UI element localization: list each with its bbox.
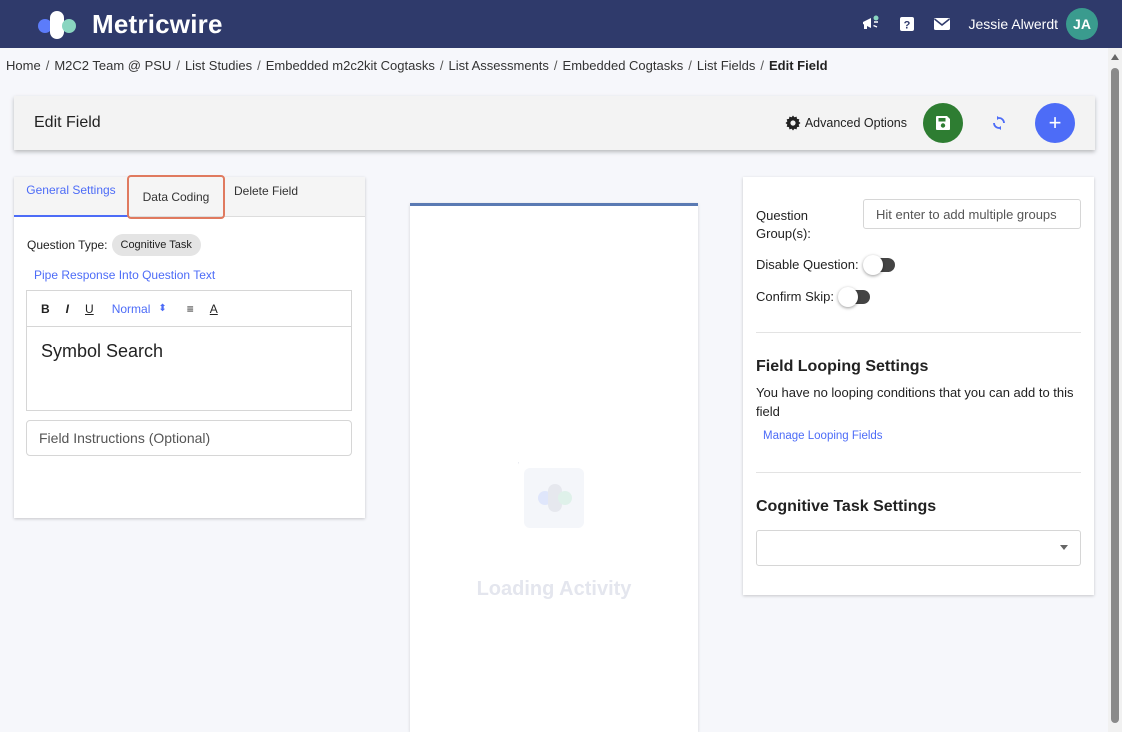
- metricwire-logo-icon: [38, 9, 88, 39]
- sync-button[interactable]: [979, 103, 1019, 143]
- help-icon[interactable]: ?: [899, 16, 915, 32]
- breadcrumb-current: Edit Field: [769, 58, 828, 73]
- question-groups-label: Question Group(s):: [756, 208, 811, 241]
- breadcrumb-list-studies[interactable]: List Studies: [185, 58, 252, 73]
- question-type-chip: Cognitive Task: [111, 234, 201, 256]
- breadcrumb-list-assessments[interactable]: List Assessments: [448, 58, 548, 73]
- align-button[interactable]: ≡: [187, 302, 194, 316]
- settings-tabs: General Settings Data Coding Delete Fiel…: [14, 175, 365, 219]
- text-color-button[interactable]: A: [210, 302, 218, 316]
- question-type-label: Question Type:: [27, 238, 108, 252]
- looping-settings-title: Field Looping Settings: [756, 358, 929, 375]
- disable-question-row: Disable Question:: [756, 254, 895, 275]
- divider: [756, 472, 1081, 473]
- bold-button[interactable]: B: [41, 302, 50, 316]
- underline-button[interactable]: U: [85, 302, 94, 316]
- breadcrumb-study[interactable]: Embedded m2c2kit Cogtasks: [266, 58, 435, 73]
- scroll-up-arrow-icon[interactable]: [1111, 54, 1119, 60]
- loading-logo-icon: [518, 462, 584, 528]
- header-actions: Advanced Options +: [785, 96, 1075, 150]
- question-groups-input[interactable]: Hit enter to add multiple groups: [863, 199, 1081, 229]
- question-type: Question Type: Cognitive Task: [27, 234, 201, 256]
- brand-name: Metricwire: [92, 8, 223, 39]
- field-instructions-input[interactable]: Field Instructions (Optional): [26, 420, 352, 456]
- loading-text: Loading Activity: [476, 578, 632, 600]
- advanced-options-label: Advanced Options: [804, 116, 907, 130]
- avatar[interactable]: JA: [1066, 8, 1098, 40]
- gear-icon: [785, 115, 801, 131]
- disable-question-toggle[interactable]: [862, 254, 895, 275]
- tab-data-coding[interactable]: Data Coding: [127, 175, 225, 219]
- add-button[interactable]: +: [1035, 103, 1075, 143]
- breadcrumb-list-fields[interactable]: List Fields: [697, 58, 756, 73]
- sync-icon: [993, 116, 1005, 130]
- page-header: Edit Field Advanced Options +: [14, 96, 1095, 150]
- cognitive-task-settings-title: Cognitive Task Settings: [756, 498, 937, 515]
- save-icon: [936, 116, 950, 130]
- mail-icon[interactable]: [933, 17, 951, 31]
- top-navbar: Metricwire ? Jessie Alwerdt JA: [0, 0, 1122, 48]
- breadcrumb-separator: /: [439, 58, 444, 73]
- breadcrumb-home[interactable]: Home: [6, 58, 41, 73]
- editor-toolbar: B I U Normal ⬍ ≡ A: [27, 291, 351, 327]
- page-title: Edit Field: [34, 114, 101, 131]
- scrollbar-thumb[interactable]: [1111, 68, 1119, 723]
- confirm-skip-label: Confirm Skip:: [756, 289, 835, 304]
- brand[interactable]: Metricwire: [38, 9, 223, 40]
- breadcrumb-assessment[interactable]: Embedded Cogtasks: [563, 58, 684, 73]
- svg-text:?: ?: [903, 20, 910, 32]
- announcement-icon[interactable]: [861, 15, 881, 33]
- field-settings-panel: General Settings Data Coding Delete Fiel…: [14, 175, 365, 518]
- breadcrumb-separator: /: [760, 58, 765, 73]
- cognitive-task-select[interactable]: [756, 530, 1081, 566]
- nav-right: ? Jessie Alwerdt JA: [843, 0, 1098, 48]
- font-size-select[interactable]: Normal: [112, 302, 151, 316]
- breadcrumb-separator: /: [553, 58, 558, 73]
- chevron-down-icon: [1060, 545, 1068, 550]
- activity-preview: Loading Activity: [410, 203, 698, 732]
- confirm-skip-toggle[interactable]: [838, 286, 871, 307]
- breadcrumb-separator: /: [688, 58, 692, 73]
- font-size-arrow-icon[interactable]: ⬍: [158, 303, 166, 314]
- breadcrumb-separator: /: [45, 58, 50, 73]
- page-scrollbar[interactable]: [1108, 48, 1122, 732]
- breadcrumb-separator: /: [176, 58, 180, 73]
- field-options-panel: Question Group(s): Hit enter to add mult…: [743, 177, 1094, 595]
- save-button[interactable]: [923, 103, 963, 143]
- italic-button[interactable]: I: [66, 302, 69, 316]
- user-name[interactable]: Jessie Alwerdt: [969, 16, 1058, 32]
- manage-looping-fields-link[interactable]: Manage Looping Fields: [763, 430, 883, 442]
- breadcrumb-team[interactable]: M2C2 Team @ PSU: [54, 58, 171, 73]
- confirm-skip-row: Confirm Skip:: [756, 286, 871, 307]
- question-text-editor: B I U Normal ⬍ ≡ A Symbol Search: [26, 290, 352, 411]
- breadcrumb-separator: /: [257, 58, 261, 73]
- disable-question-label: Disable Question:: [756, 257, 859, 272]
- looping-settings-text: You have no looping conditions that you …: [756, 385, 1074, 419]
- tab-general-settings[interactable]: General Settings: [14, 177, 128, 217]
- tab-delete-field[interactable]: Delete Field: [228, 177, 304, 217]
- divider: [756, 332, 1081, 333]
- question-text-input[interactable]: Symbol Search: [27, 327, 351, 376]
- advanced-options-button[interactable]: Advanced Options: [785, 115, 907, 131]
- breadcrumb: Home / M2C2 Team @ PSU / List Studies / Embedd…: [6, 58, 828, 73]
- pipe-response-link[interactable]: Pipe Response Into Question Text: [34, 268, 215, 282]
